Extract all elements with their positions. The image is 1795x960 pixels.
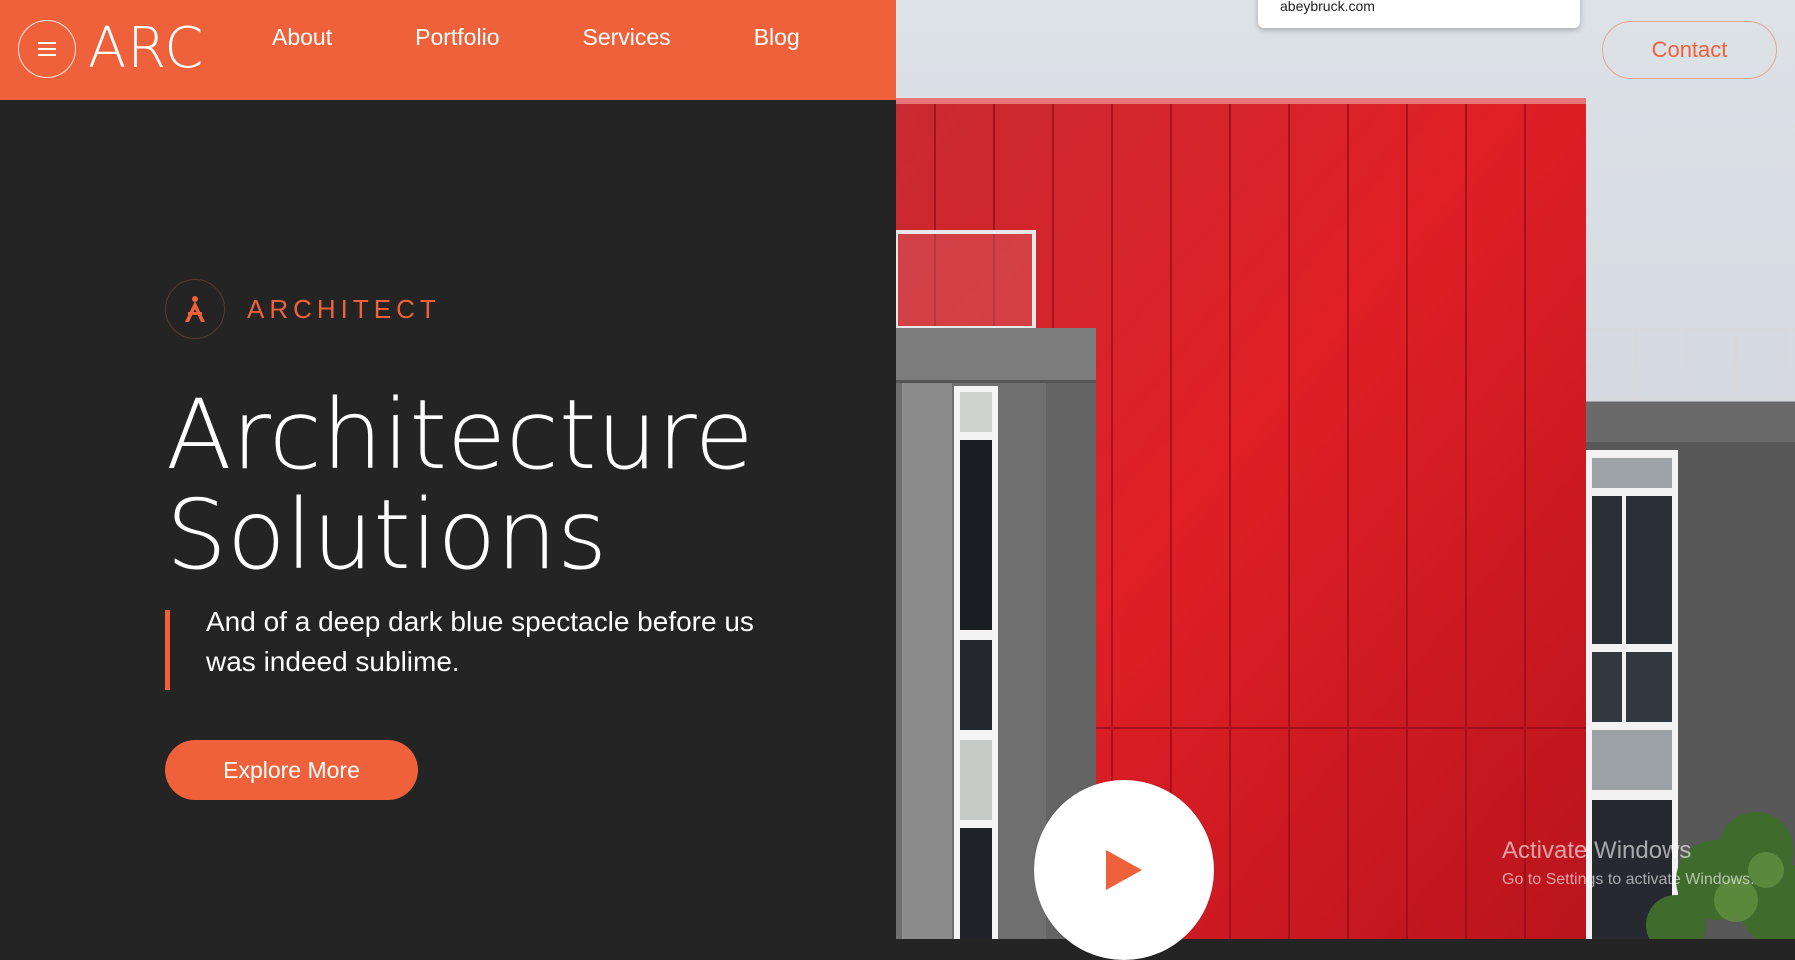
hero-left-panel: ARC About Portfolio Services Blog ARCHIT… <box>0 0 896 939</box>
hero-eyebrow: ARCHITECT <box>165 279 441 339</box>
eyebrow-badge <box>165 279 225 339</box>
nav-link-portfolio[interactable]: Portfolio <box>415 22 499 52</box>
building-illustration <box>896 0 1795 939</box>
nav-link-blog[interactable]: Blog <box>754 22 800 52</box>
contact-button[interactable]: Contact <box>1602 21 1777 79</box>
explore-more-button[interactable]: Explore More <box>165 740 418 800</box>
hero-building-photo <box>896 0 1795 939</box>
nav-link-about[interactable]: About <box>272 22 332 52</box>
play-icon <box>1106 850 1142 890</box>
menu-button[interactable] <box>18 20 76 78</box>
main-nav: About Portfolio Services Blog <box>272 22 800 52</box>
hero-title-line-1: Architecture <box>166 379 754 491</box>
compass-icon <box>185 296 205 322</box>
tagline-accent-bar <box>165 610 170 690</box>
nav-link-services[interactable]: Services <box>582 22 670 52</box>
hero-tagline: And of a deep dark blue spectacle before… <box>206 606 754 677</box>
play-video-button[interactable] <box>1034 780 1214 960</box>
eyebrow-label: ARCHITECT <box>247 294 441 324</box>
url-tooltip-text: abeybruck.com <box>1280 0 1375 14</box>
site-logo[interactable]: ARC <box>88 18 205 80</box>
hero-title-line-2: Solutions <box>166 479 608 591</box>
activation-watermark: Activate Windows Go to Settings to activ… <box>1502 836 1755 892</box>
hamburger-icon <box>38 42 56 56</box>
watermark-subtitle: Go to Settings to activate Windows. <box>1502 871 1755 888</box>
hero-title: Architecture Solutions <box>166 385 754 585</box>
top-navigation-bar: ARC About Portfolio Services Blog <box>0 0 896 100</box>
watermark-title: Activate Windows <box>1502 837 1692 864</box>
url-tooltip: abeybruck.com <box>1258 0 1580 28</box>
